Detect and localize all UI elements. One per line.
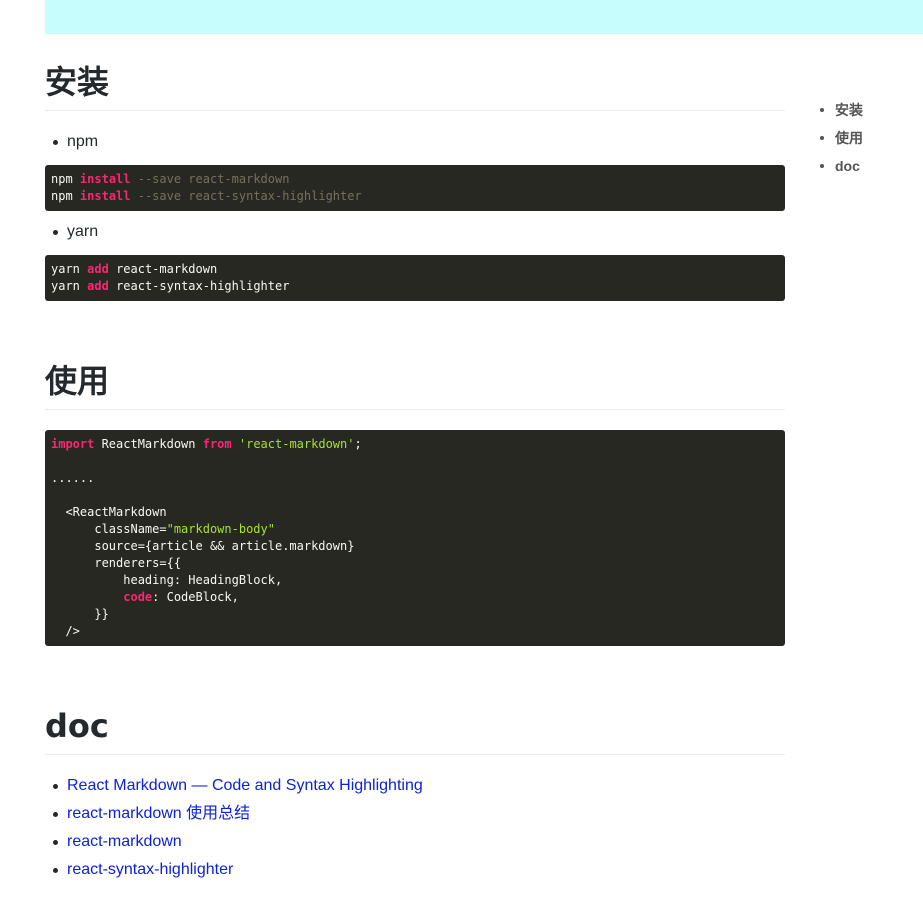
code-line: source={article && article.markdown}	[51, 539, 355, 553]
list-item: react-syntax-highlighter	[45, 856, 423, 884]
code-line: renderers={{	[51, 556, 182, 570]
doc-link-react-markdown-highlighting[interactable]: React Markdown — Code and Syntax Highlig…	[67, 777, 423, 794]
code-block-usage: import ReactMarkdown from 'react-markdow…	[45, 430, 785, 646]
doc-link-react-markdown-summary[interactable]: react-markdown 使用总结	[67, 805, 250, 822]
list-item: react-markdown 使用总结	[45, 800, 423, 828]
code-line: ​	[51, 487, 779, 504]
yarn-list: yarn	[45, 218, 98, 246]
top-banner	[45, 0, 923, 34]
code-line: npm install --save react-markdown	[51, 172, 290, 186]
doc-links: React Markdown — Code and Syntax Highlig…	[45, 772, 423, 884]
doc-link-react-syntax-highlighter[interactable]: react-syntax-highlighter	[67, 861, 233, 878]
code-line: }}	[51, 607, 109, 621]
code-line: <ReactMarkdown	[51, 505, 167, 519]
code-line: heading: HeadingBlock,	[51, 573, 283, 587]
toc-item-install[interactable]: 安装	[820, 96, 863, 124]
toc-item-usage[interactable]: 使用	[820, 124, 863, 152]
list-item: React Markdown — Code and Syntax Highlig…	[45, 772, 423, 800]
toc-item-doc[interactable]: doc	[820, 152, 863, 180]
code-line: npm install --save react-syntax-highligh…	[51, 189, 362, 203]
doc-link-react-markdown[interactable]: react-markdown	[67, 833, 182, 850]
code-line: />	[51, 624, 80, 638]
heading-usage: 使用	[45, 361, 785, 410]
heading-doc: doc	[45, 706, 785, 755]
list-item-npm: npm	[45, 128, 98, 156]
list-item-yarn: yarn	[45, 218, 98, 246]
code-block-yarn: yarn add react-markdown yarn add react-sy…	[45, 255, 785, 301]
list-item: react-markdown	[45, 828, 423, 856]
code-line: code: CodeBlock,	[123, 590, 239, 604]
code-line: yarn add react-markdown	[51, 262, 218, 276]
code-line: yarn add react-syntax-highlighter	[51, 279, 290, 293]
code-line: import ReactMarkdown from 'react-markdow…	[51, 437, 362, 451]
table-of-contents: 安装 使用 doc	[820, 96, 863, 180]
code-line: className="markdown-body"	[51, 522, 275, 536]
heading-install: 安装	[45, 62, 785, 111]
code-line: ......	[51, 471, 95, 485]
code-line: ​	[51, 453, 779, 470]
code-block-npm: npm install --save react-markdown npm ins…	[45, 165, 785, 211]
npm-list: npm	[45, 128, 98, 156]
